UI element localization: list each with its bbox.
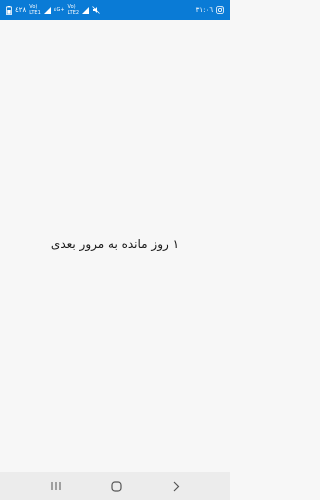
sim1-indicator: Vo) LTE1	[29, 4, 41, 16]
main-content: ۱ روز مانده به مرور بعدی	[0, 20, 230, 472]
status-right-group: ٣١:٠٦	[196, 3, 224, 17]
signal-sim1-icon	[43, 6, 51, 14]
signal-sim2-icon	[82, 6, 90, 14]
navigation-bar	[0, 472, 230, 500]
clock: ٣١:٠٦	[195, 6, 213, 14]
home-icon	[110, 480, 122, 492]
battery-icon	[6, 5, 12, 15]
sim2-indicator: Vo) LTE2	[67, 4, 80, 16]
home-button[interactable]	[96, 472, 136, 500]
recent-apps-button[interactable]	[36, 472, 76, 500]
mute-icon	[92, 6, 100, 14]
instagram-icon	[216, 6, 224, 14]
status-bar: ٤٢٨ Vo) LTE1 ٤G+ Vo) LTE2 ٣١:٠٦	[0, 0, 230, 20]
back-button[interactable]	[156, 472, 196, 500]
back-icon	[172, 481, 180, 492]
battery-percent: ٤٢٨	[15, 6, 27, 14]
network-type: ٤G+	[53, 7, 65, 13]
review-countdown-message: ۱ روز مانده به مرور بعدی	[50, 237, 180, 251]
recent-apps-icon	[50, 481, 62, 491]
status-left-group: ٤٢٨ Vo) LTE1 ٤G+ Vo) LTE2	[6, 3, 100, 17]
